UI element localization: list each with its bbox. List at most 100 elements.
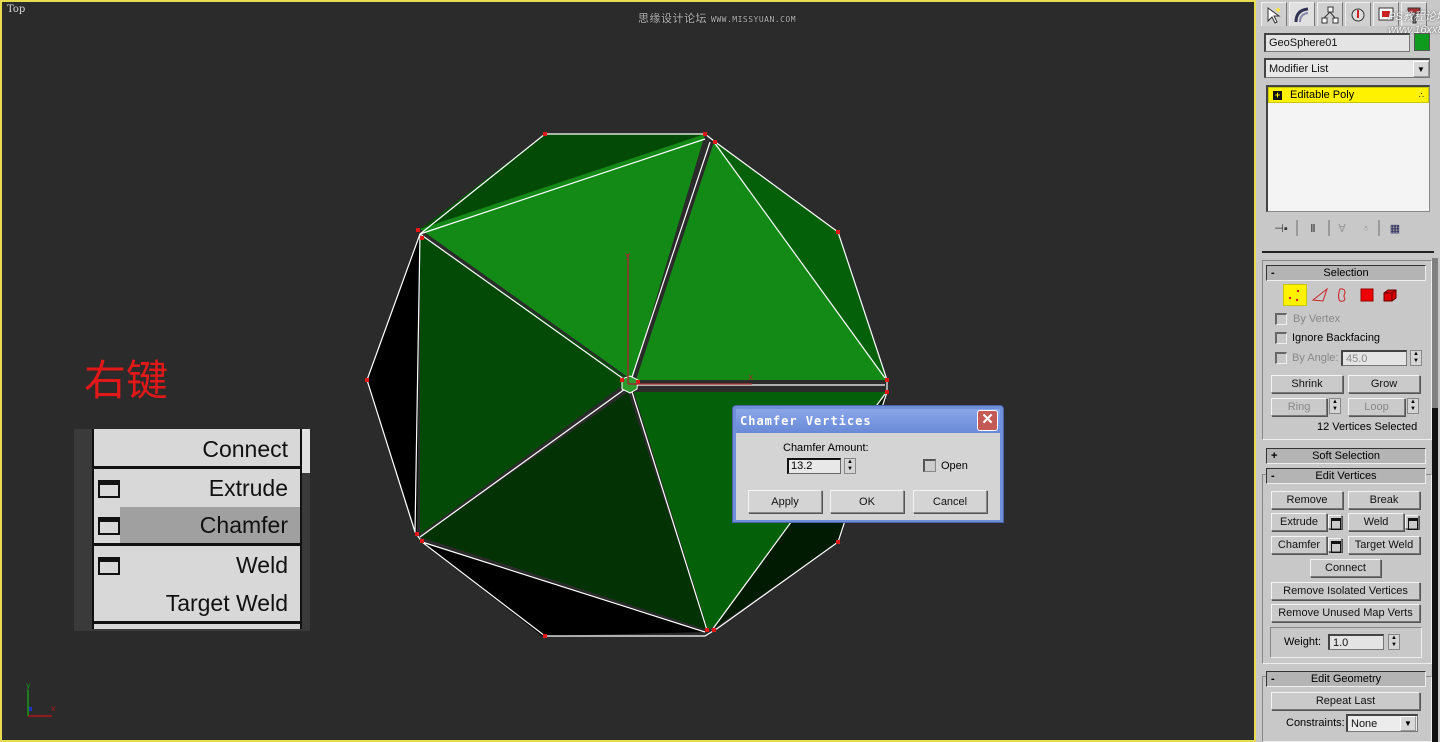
shrink-button[interactable]: Shrink xyxy=(1271,375,1343,393)
quad-item-label: Extrude xyxy=(208,474,288,501)
grow-button[interactable]: Grow xyxy=(1348,375,1420,393)
expand-icon[interactable]: + xyxy=(1273,90,1282,100)
object-color-swatch[interactable] xyxy=(1414,33,1430,51)
quad-item-weld[interactable]: Weld xyxy=(94,547,300,583)
edit-vertices-rollout-header[interactable]: - Edit Vertices xyxy=(1266,468,1426,484)
vertex[interactable] xyxy=(415,532,419,536)
selection-rollout-header[interactable]: - Selection xyxy=(1266,265,1426,281)
quad-item-extrude[interactable]: Extrude xyxy=(94,470,300,506)
edit-geometry-rollout-header[interactable]: - Edit Geometry xyxy=(1266,671,1426,687)
polygon-icon xyxy=(1360,288,1374,302)
dialog-content: Chamfer Amount: 13.2 ▲ ▼ Open Apply OK Ca… xyxy=(736,433,1000,520)
vertex[interactable] xyxy=(420,539,424,543)
modifier-list-dropdown[interactable]: Modifier List xyxy=(1264,58,1430,78)
target-weld-button[interactable]: Target Weld xyxy=(1348,536,1420,554)
tab-hierarchy[interactable] xyxy=(1317,2,1343,26)
tab-motion[interactable] xyxy=(1345,2,1371,26)
connect-button[interactable]: Connect xyxy=(1310,559,1381,577)
cancel-button[interactable]: Cancel xyxy=(913,490,987,513)
rollout-title: Edit Vertices xyxy=(1315,470,1377,482)
vertex[interactable] xyxy=(703,132,707,136)
chamfer-settings-icon[interactable] xyxy=(1328,538,1342,553)
by-angle-input[interactable]: 45.0 xyxy=(1341,350,1407,366)
by-angle-spinner[interactable]: ▲ ▼ xyxy=(1410,350,1422,366)
vertex[interactable] xyxy=(365,378,369,382)
open-checkbox[interactable] xyxy=(923,459,936,472)
weld-button[interactable]: Weld xyxy=(1348,513,1404,531)
stack-item-editable-poly[interactable]: + Editable Poly ∴ xyxy=(1268,87,1429,103)
vertex[interactable] xyxy=(885,390,889,394)
chamfer-button[interactable]: Chamfer xyxy=(1271,536,1327,554)
vertex[interactable] xyxy=(543,634,547,638)
collapse-icon: - xyxy=(1271,267,1275,279)
weld-settings-icon[interactable] xyxy=(1405,515,1419,530)
mesh-face xyxy=(367,234,420,534)
weight-input[interactable]: 1.0 xyxy=(1328,634,1384,650)
ring-button[interactable]: Ring xyxy=(1271,398,1327,416)
settings-icon[interactable] xyxy=(98,480,120,498)
quad-item-connect[interactable]: Connect xyxy=(94,431,300,467)
chevron-down-icon[interactable]: ▼ xyxy=(1400,716,1416,731)
vertex[interactable] xyxy=(712,628,716,632)
panel-scrollbar[interactable] xyxy=(1432,258,1438,742)
extrude-settings-icon[interactable] xyxy=(1328,515,1342,530)
quad-item-target-weld[interactable]: Target Weld xyxy=(94,585,300,621)
gizmo-y-label: y xyxy=(625,251,631,261)
by-vertex-checkbox[interactable] xyxy=(1275,313,1287,325)
remove-modifier-icon[interactable]: ♁ xyxy=(1354,222,1378,234)
remove-button[interactable]: Remove xyxy=(1271,491,1343,509)
loop-spinner[interactable]: ▲ ▼ xyxy=(1407,398,1419,414)
pin-stack-icon[interactable]: ⊣▪ xyxy=(1266,222,1296,235)
vertex[interactable] xyxy=(713,140,717,144)
tab-create[interactable] xyxy=(1261,2,1287,26)
quad-menu-scroll[interactable] xyxy=(302,429,310,473)
vertex[interactable] xyxy=(705,628,709,632)
close-icon[interactable]: ✕ xyxy=(977,410,998,431)
tab-modify[interactable] xyxy=(1289,2,1315,26)
modifier-stack: + Editable Poly ∴ xyxy=(1266,85,1430,212)
break-button[interactable]: Break xyxy=(1348,491,1420,509)
quad-item-chamfer-settings[interactable] xyxy=(94,507,120,543)
scrollbar-thumb[interactable] xyxy=(1432,408,1438,742)
soft-selection-rollout-header[interactable]: + Soft Selection xyxy=(1266,448,1426,464)
loop-button[interactable]: Loop xyxy=(1348,398,1405,416)
ok-button[interactable]: OK xyxy=(830,490,904,513)
show-end-result-icon[interactable]: Ⅱ xyxy=(1298,222,1328,235)
quad-menu-gutter xyxy=(74,429,92,631)
vertex-mode-button[interactable] xyxy=(1283,284,1307,306)
border-mode-button[interactable] xyxy=(1330,284,1354,306)
polygon-mode-button[interactable] xyxy=(1355,284,1379,306)
vertex[interactable] xyxy=(885,378,889,382)
chamfer-amount-input[interactable]: 13.2 xyxy=(787,458,841,474)
vertex[interactable] xyxy=(416,228,420,232)
vertex[interactable] xyxy=(836,230,840,234)
vertex[interactable] xyxy=(836,540,840,544)
vertex[interactable] xyxy=(620,378,624,382)
vertex[interactable] xyxy=(420,236,424,240)
configure-modifier-sets-icon[interactable]: ▦ xyxy=(1380,222,1410,235)
dialog-title[interactable]: Chamfer Vertices xyxy=(736,409,1000,433)
weight-spinner[interactable]: ▲ ▼ xyxy=(1388,634,1400,650)
extrude-button[interactable]: Extrude xyxy=(1271,513,1327,531)
settings-icon[interactable] xyxy=(98,557,120,575)
selection-status: 12 Vertices Selected xyxy=(1317,421,1418,433)
edge-mode-button[interactable] xyxy=(1308,284,1332,306)
object-name-field[interactable]: GeoSphere01 xyxy=(1264,33,1410,52)
make-unique-icon[interactable]: ∀ xyxy=(1330,222,1354,235)
by-angle-checkbox[interactable] xyxy=(1275,352,1287,364)
ring-spinner[interactable]: ▲ ▼ xyxy=(1329,398,1341,414)
ignore-backfacing-checkbox[interactable] xyxy=(1275,332,1287,344)
vertex-subobject-icon: ∴ xyxy=(1418,90,1424,100)
chevron-down-icon[interactable]: ▼ xyxy=(1413,61,1429,77)
element-mode-button[interactable] xyxy=(1378,284,1402,306)
remove-unused-map-verts-button[interactable]: Remove Unused Map Verts xyxy=(1271,604,1420,622)
chamfer-vertices-dialog: Chamfer Vertices ✕ Chamfer Amount: 13.2 … xyxy=(732,405,1004,523)
viewport-top[interactable]: Top 思缘设计论坛 WWW.MISSYUAN.COM y x y x 右键 C… xyxy=(0,0,1256,742)
apply-button[interactable]: Apply xyxy=(748,490,822,513)
quad-item-chamfer[interactable]: Chamfer xyxy=(120,507,300,543)
settings-icon[interactable] xyxy=(98,517,120,535)
vertex[interactable] xyxy=(543,132,547,136)
repeat-last-button[interactable]: Repeat Last xyxy=(1271,692,1420,710)
remove-isolated-vertices-button[interactable]: Remove Isolated Vertices xyxy=(1271,582,1420,600)
chamfer-amount-spinner[interactable]: ▲ ▼ xyxy=(844,458,856,474)
